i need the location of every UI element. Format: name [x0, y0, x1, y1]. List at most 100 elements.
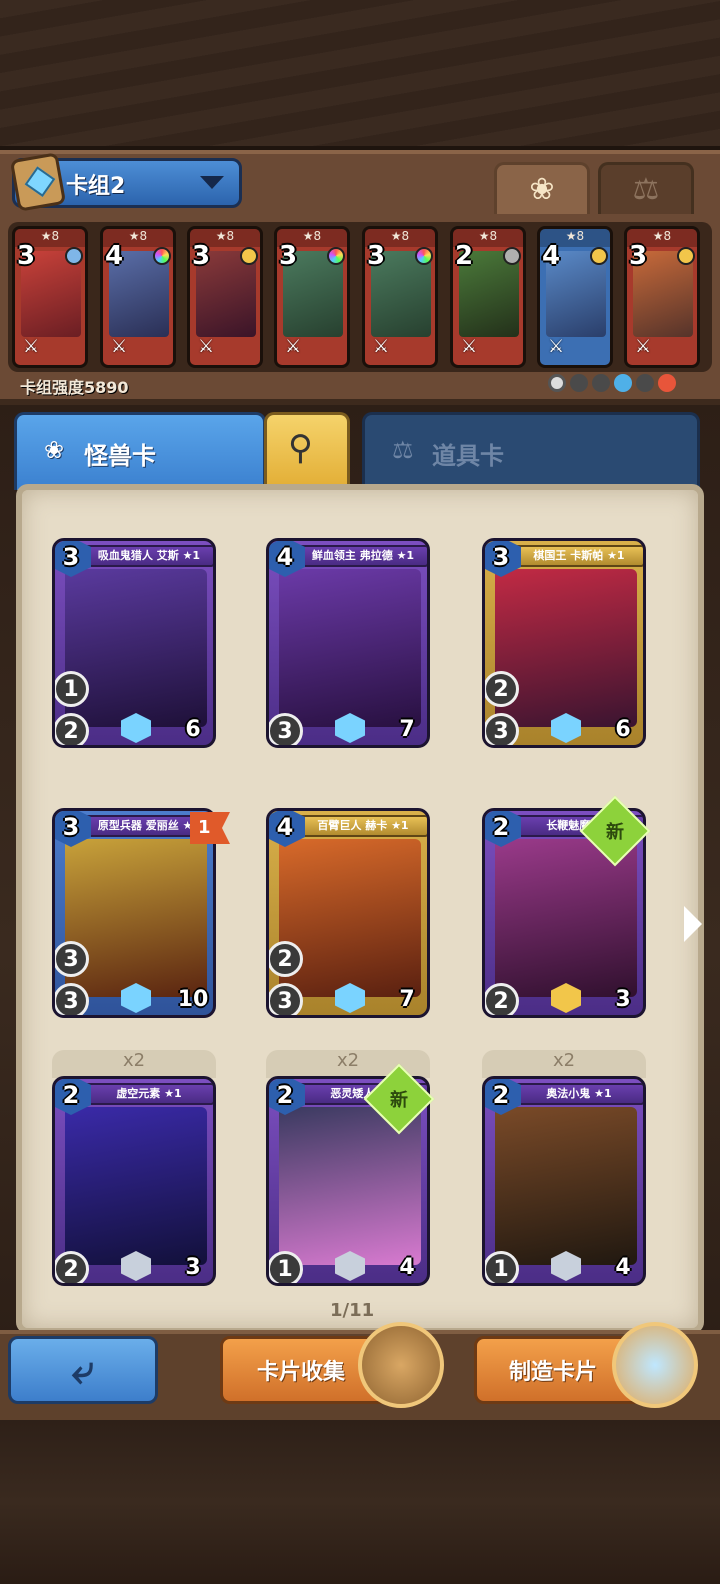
tab-monster-deck[interactable]: ❀	[494, 162, 590, 214]
deck-card[interactable]: ★8 3 ⚔	[624, 226, 700, 368]
new-badge-label: 新	[390, 1090, 408, 1111]
card-art	[495, 1107, 637, 1265]
collection-card[interactable]: 奥法小鬼 ★1214	[482, 1076, 646, 1286]
card-defense: 3	[485, 713, 519, 745]
card-cost: 3	[16, 241, 36, 271]
card-health: 3	[171, 1237, 213, 1283]
card-health: 6	[171, 699, 213, 745]
paw-icon: ❀	[44, 436, 65, 464]
tech-faction-icon	[636, 374, 654, 392]
card-art	[65, 1107, 207, 1265]
card-art	[65, 839, 207, 997]
faction-gem-icon	[327, 247, 345, 265]
nature-faction-icon	[592, 374, 610, 392]
card-health: 7	[385, 699, 427, 745]
card-defense: 3	[269, 983, 303, 1015]
card-name: 奥法小鬼 ★1	[513, 1083, 643, 1105]
tab-item-label: 道具卡	[432, 442, 504, 470]
faction-gem-icon	[677, 247, 695, 265]
deck-card[interactable]: ★8 3 ⚔	[362, 226, 438, 368]
card-attack: 2	[269, 941, 303, 977]
deck-card[interactable]: ★8 3 ⚔	[274, 226, 350, 368]
collection-card[interactable]: 虚空元素 ★1223	[52, 1076, 216, 1286]
faction-gem-icon	[65, 247, 83, 265]
card-attack: 3	[55, 941, 89, 977]
top-wood-background	[0, 0, 720, 150]
tab-monster-label: 怪兽卡	[84, 442, 156, 470]
card-cost: 4	[104, 241, 124, 271]
card-cost: 3	[366, 241, 386, 271]
card-cost: 3	[278, 241, 298, 271]
card-name: 棋国王 卡斯帕 ★1	[513, 545, 643, 567]
card-art	[279, 569, 421, 727]
card-art	[65, 569, 207, 727]
card-art	[279, 839, 421, 997]
bottom-wood-floor	[0, 1420, 720, 1584]
game-screen: { "deck": { "name": "卡组2", "strength_lab…	[0, 0, 720, 1584]
card-cost: 3	[628, 241, 648, 271]
water-faction-icon	[614, 374, 632, 392]
chevron-down-icon[interactable]	[200, 176, 224, 189]
card-cost: 4	[541, 241, 561, 271]
deck-strength: 卡组强度5890	[20, 378, 129, 397]
card-cost: 3	[191, 241, 211, 271]
deck-name: 卡组2	[66, 174, 126, 199]
weapon-icon: ⚔	[548, 336, 565, 357]
faction-gem-icon	[240, 247, 258, 265]
paw-icon: ❀	[529, 172, 555, 207]
weapon-icon: ⚔	[285, 336, 302, 357]
potion-icon: ⚖	[392, 436, 414, 464]
card-collection-label: 卡片收集	[257, 1360, 346, 1385]
potion-icon: ⚖	[632, 172, 660, 207]
weapon-icon: ⚔	[461, 336, 478, 357]
card-book-icon	[358, 1322, 444, 1408]
card-name: 吸血鬼猎人 艾斯 ★1	[83, 545, 213, 567]
card-health: 3	[601, 969, 643, 1015]
deck-card[interactable]: ★8 3 ⚔	[187, 226, 263, 368]
faction-icons	[548, 374, 676, 392]
card-defense: 2	[55, 1251, 89, 1283]
craft-card-label: 制造卡片	[509, 1360, 598, 1385]
card-health: 6	[601, 699, 643, 745]
collection-card[interactable]: 鲜血领主 弗拉德 ★1437	[266, 538, 430, 748]
deck-card[interactable]: ★8 4 ⚔	[537, 226, 613, 368]
paw-jar-icon	[612, 1322, 698, 1408]
card-cost: 2	[454, 241, 474, 271]
faction-gem-icon	[590, 247, 608, 265]
card-health: 4	[601, 1237, 643, 1283]
card-defense: 1	[485, 1251, 519, 1283]
card-count: x2	[482, 1050, 646, 1078]
weapon-icon: ⚔	[635, 336, 652, 357]
search-icon: ⚲	[288, 428, 313, 468]
card-defense: 2	[55, 713, 89, 745]
back-arrow-icon: ⤶	[71, 1347, 95, 1393]
collection-card[interactable]: 吸血鬼猎人 艾斯 ★13126	[52, 538, 216, 748]
collection-card[interactable]: 棋国王 卡斯帕 ★13236	[482, 538, 646, 748]
card-name: 虚空元素 ★1	[83, 1083, 213, 1105]
deck-card[interactable]: ★8 3 ⚔	[12, 226, 88, 368]
neutral-faction-icon	[548, 374, 566, 392]
card-defense: 2	[485, 983, 519, 1015]
fire-faction-icon	[658, 374, 676, 392]
dark-faction-icon	[570, 374, 588, 392]
page-indicator: 1/11	[330, 1300, 375, 1321]
card-health: 7	[385, 969, 427, 1015]
card-name: 百臂巨人 赫卡 ★1	[297, 815, 427, 837]
card-attack: 2	[485, 671, 519, 707]
card-health: 10	[171, 969, 213, 1015]
faction-gem-icon	[153, 247, 171, 265]
tab-item-deck[interactable]: ⚖	[598, 162, 694, 214]
next-page-arrow[interactable]	[684, 906, 702, 942]
deck-card[interactable]: ★8 2 ⚔	[450, 226, 526, 368]
back-button[interactable]: ⤶	[8, 1336, 158, 1404]
card-art	[495, 569, 637, 727]
collection-card[interactable]: 百臂巨人 赫卡 ★14237	[266, 808, 430, 1018]
card-defense: 3	[269, 713, 303, 745]
new-badge-label: 新	[606, 822, 624, 843]
deck-card[interactable]: ★8 4 ⚔	[100, 226, 176, 368]
card-defense: 1	[269, 1251, 303, 1283]
card-attack: 1	[55, 671, 89, 707]
weapon-icon: ⚔	[23, 336, 40, 357]
weapon-icon: ⚔	[198, 336, 215, 357]
card-health: 4	[385, 1237, 427, 1283]
